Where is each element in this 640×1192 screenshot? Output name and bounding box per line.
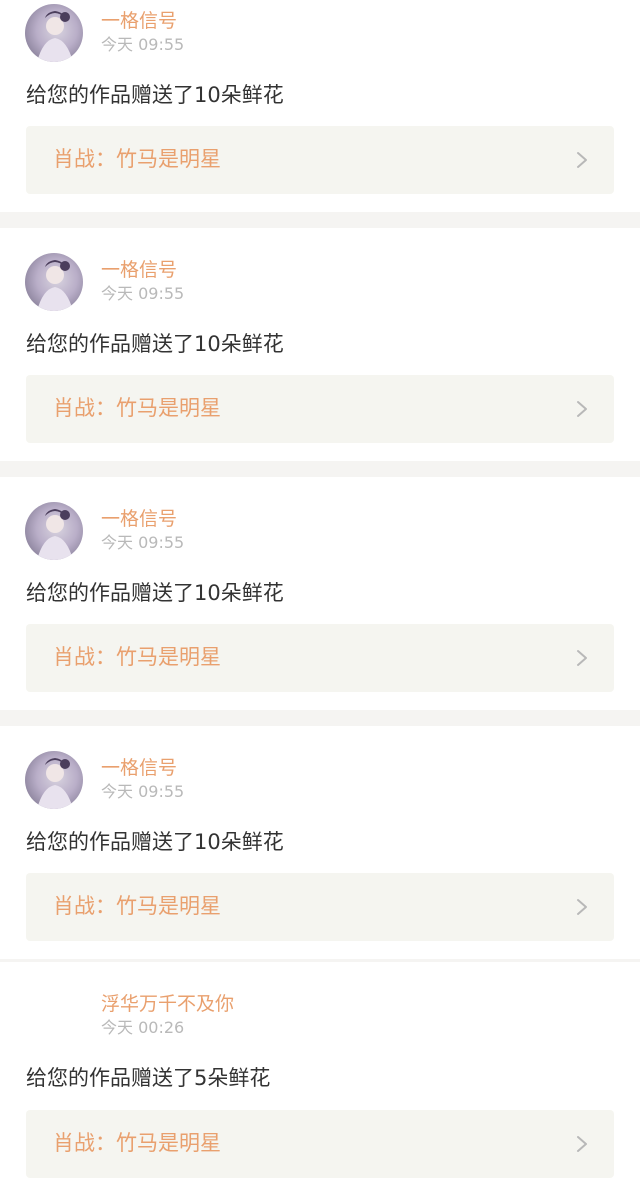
chevron-right-icon [577, 152, 587, 168]
work-link[interactable]: 肖战：竹马是明星 [26, 126, 614, 194]
work-title: 肖战：竹马是明星 [53, 894, 221, 918]
username[interactable]: 一格信号 [101, 757, 177, 779]
timestamp: 今天 09:55 [101, 284, 185, 303]
notification-card: 一格信号 今天 09:55 给您的作品赠送了10朵鲜花 肖战：竹马是明星 [0, 0, 640, 212]
timestamp: 今天 09:55 [101, 533, 185, 552]
avatar-photo-icon [37, 11, 73, 62]
gift-message: 给您的作品赠送了5朵鲜花 [26, 1066, 271, 1090]
notification-card: 一格信号 今天 09:55 给您的作品赠送了10朵鲜花 肖战：竹马是明星 [0, 726, 640, 959]
username[interactable]: 一格信号 [101, 508, 177, 530]
username[interactable]: 一格信号 [101, 259, 177, 281]
work-link[interactable]: 肖战：竹马是明星 [26, 624, 614, 692]
work-title: 肖战：竹马是明星 [53, 645, 221, 669]
user-avatar[interactable] [25, 751, 83, 809]
user-avatar[interactable] [25, 4, 83, 62]
chevron-right-icon [577, 401, 587, 417]
work-title: 肖战：竹马是明星 [53, 396, 221, 420]
gift-message: 给您的作品赠送了10朵鲜花 [26, 332, 284, 356]
work-title: 肖战：竹马是明星 [53, 147, 221, 171]
chevron-right-icon [577, 1136, 587, 1152]
notification-card: 一格信号 今天 09:55 给您的作品赠送了10朵鲜花 肖战：竹马是明星 [0, 228, 640, 461]
username[interactable]: 浮华万千不及你 [101, 993, 234, 1015]
avatar-photo-icon [37, 758, 73, 809]
chevron-right-icon [577, 899, 587, 915]
timestamp: 今天 00:26 [101, 1018, 185, 1037]
username[interactable]: 一格信号 [101, 10, 177, 32]
user-avatar[interactable] [25, 253, 83, 311]
work-link[interactable]: 肖战：竹马是明星 [26, 1110, 614, 1178]
notification-card: 浮华万千不及你 今天 00:26 给您的作品赠送了5朵鲜花 肖战：竹马是明星 [0, 962, 640, 1192]
avatar-photo-icon [37, 260, 73, 311]
user-avatar[interactable] [25, 502, 83, 560]
timestamp: 今天 09:55 [101, 35, 185, 54]
work-title: 肖战：竹马是明星 [53, 1131, 221, 1155]
gift-message: 给您的作品赠送了10朵鲜花 [26, 581, 284, 605]
avatar-photo-icon [37, 509, 73, 560]
gift-message: 给您的作品赠送了10朵鲜花 [26, 83, 284, 107]
gift-message: 给您的作品赠送了10朵鲜花 [26, 830, 284, 854]
work-link[interactable]: 肖战：竹马是明星 [26, 873, 614, 941]
timestamp: 今天 09:55 [101, 782, 185, 801]
work-link[interactable]: 肖战：竹马是明星 [26, 375, 614, 443]
chevron-right-icon [577, 650, 587, 666]
notification-card: 一格信号 今天 09:55 给您的作品赠送了10朵鲜花 肖战：竹马是明星 [0, 477, 640, 710]
